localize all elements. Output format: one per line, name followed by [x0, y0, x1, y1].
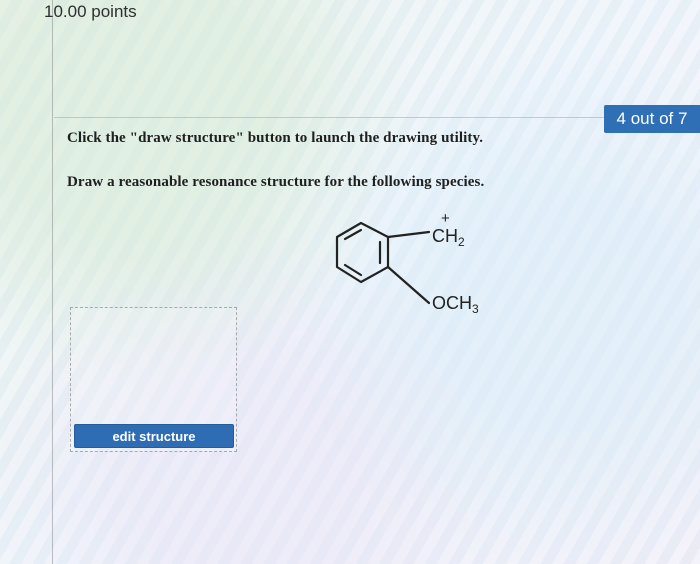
- question-progress-badge: 4 out of 7: [604, 105, 700, 133]
- question-page: 10.00 points 4 out of 7 Click the "draw …: [0, 0, 700, 564]
- och3-label: OCH3: [432, 293, 479, 316]
- och3-main-text: OCH: [432, 293, 472, 313]
- ch2-main-text: CH: [432, 226, 458, 246]
- carbocation-charge-label: +: [441, 210, 450, 227]
- question-divider: [54, 117, 604, 118]
- points-label: 10.00 points: [44, 2, 137, 21]
- ch2-subscript: 2: [458, 235, 465, 249]
- instruction-draw-structure: Click the "draw structure" button to lau…: [67, 130, 484, 146]
- och3-subscript: 3: [472, 302, 479, 316]
- edit-structure-button[interactable]: edit structure: [74, 424, 234, 448]
- instruction-resonance: Draw a reasonable resonance structure fo…: [67, 174, 485, 190]
- ch2-label: CH2: [432, 226, 465, 249]
- benzene-structure-diagram: [335, 221, 431, 305]
- left-divider: [52, 0, 53, 564]
